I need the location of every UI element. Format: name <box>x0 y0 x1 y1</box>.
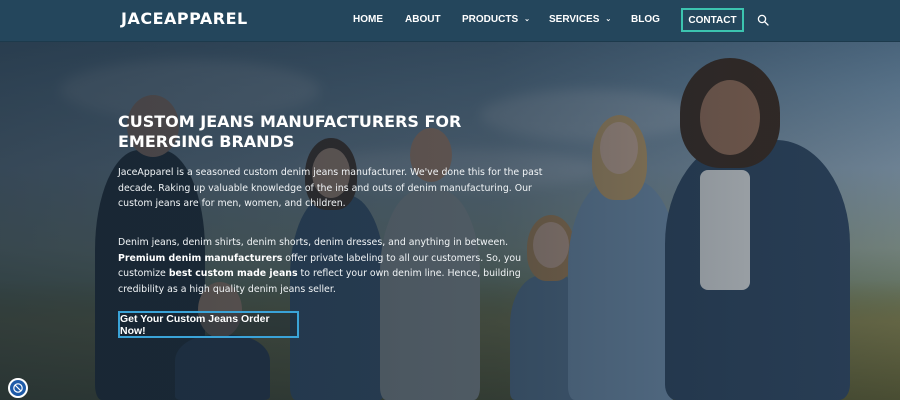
hero-title: CUSTOM JEANS MANUFACTURERS FOR EMERGING … <box>118 112 462 151</box>
accessibility-icon <box>13 383 23 393</box>
paragraph-text: Denim jeans, denim shirts, denim shorts,… <box>118 237 509 248</box>
hero-paragraph-2: Denim jeans, denim shirts, denim shorts,… <box>118 235 548 297</box>
nav-item-label: SERVICES <box>549 14 600 25</box>
nav-item-blog[interactable]: BLOG <box>631 14 660 25</box>
nav-item-products[interactable]: PRODUCTS ⌄ <box>462 14 530 25</box>
nav-item-about[interactable]: ABOUT <box>405 14 441 25</box>
nav-item-label: BLOG <box>631 14 660 25</box>
order-now-button[interactable]: Get Your Custom Jeans Order Now! <box>118 311 299 338</box>
site-logo[interactable]: JACEAPPAREL <box>121 9 248 28</box>
highlight-premium-denim: Premium denim manufacturers <box>118 252 283 264</box>
nav-item-services[interactable]: SERVICES ⌄ <box>549 14 611 25</box>
accessibility-widget-button[interactable] <box>8 378 28 398</box>
nav-item-label: HOME <box>353 14 383 25</box>
nav-item-label: ABOUT <box>405 14 441 25</box>
site-header: JACEAPPAREL HOME ABOUT PRODUCTS ⌄ SERVICE… <box>0 0 900 42</box>
contact-button[interactable]: CONTACT <box>681 8 744 32</box>
chevron-down-icon: ⌄ <box>524 16 530 23</box>
nav-item-label: PRODUCTS <box>462 14 519 25</box>
highlight-best-custom: best custom made jeans <box>168 268 298 279</box>
search-icon[interactable] <box>757 14 769 26</box>
chevron-down-icon: ⌄ <box>605 16 612 23</box>
nav-item-home[interactable]: HOME <box>353 14 383 25</box>
hero-paragraph-1: JaceApparel is a seasoned custom denim j… <box>118 167 543 209</box>
